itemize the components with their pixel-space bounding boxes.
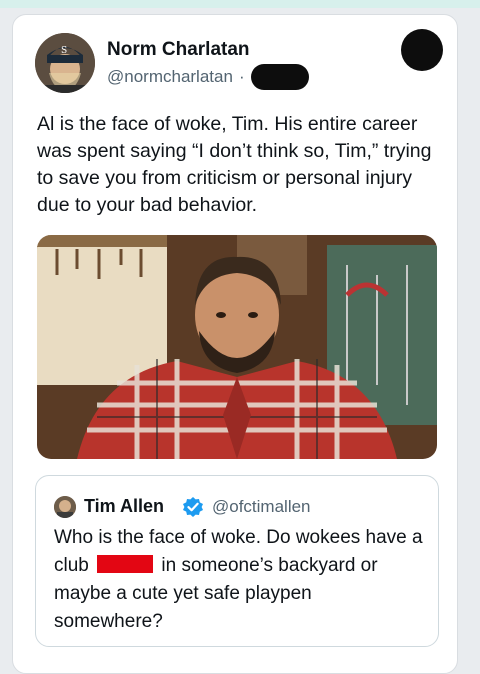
author-avatar[interactable]: S [35,33,95,93]
author-handle-row: @normcharlatan · [107,64,309,90]
tweet-text: Al is the face of woke, Tim. His entire … [37,113,432,216]
quoted-author-avatar[interactable] [54,496,76,518]
tweet-card[interactable]: S Norm Charlatan @normcharlatan · Al is … [12,14,458,674]
separator-dot: · [238,67,245,86]
redaction-mark [250,64,309,90]
tweet-photo[interactable] [37,235,437,459]
quoted-tweet[interactable]: Tim Allen @ofctimallen Who is the face o… [35,475,439,647]
author-name[interactable]: Norm Charlatan [107,39,250,61]
author-handle[interactable]: @normcharlatan [107,67,233,87]
quoted-author-handle[interactable]: @ofctimallen [212,497,311,517]
red-redaction-bar [97,555,154,573]
verified-badge-icon [182,496,204,518]
redaction-blob [401,29,443,71]
top-strip [0,0,480,8]
quoted-author-name[interactable]: Tim Allen [84,496,164,517]
svg-text:S: S [61,46,67,56]
quoted-tweet-text: Who is the face of woke. Do wokees have … [54,524,424,636]
photo-illustration [37,235,437,459]
